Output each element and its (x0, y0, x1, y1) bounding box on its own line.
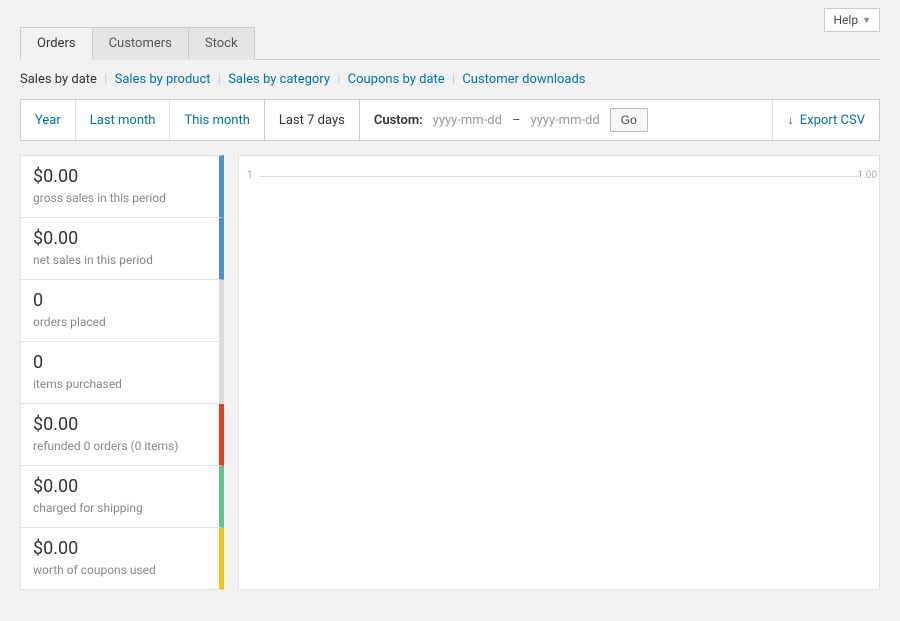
export-csv-button[interactable]: ↓ Export CSV (772, 100, 879, 140)
date-to-input[interactable]: yyyy-mm-dd (530, 113, 599, 128)
subnav-sales-by-product[interactable]: Sales by product (115, 72, 211, 87)
stat-value: 0 (33, 352, 207, 373)
stat-value: $0.00 (33, 414, 207, 435)
range-last-month[interactable]: Last month (76, 100, 171, 140)
custom-range-group: Custom: yyyy-mm-dd – yyyy-mm-dd Go (360, 100, 662, 140)
range-year[interactable]: Year (21, 100, 76, 140)
report-subnav: Sales by date | Sales by product | Sales… (20, 60, 880, 99)
report-content: $0.00 gross sales in this period $0.00 n… (20, 155, 880, 590)
separator: | (337, 72, 340, 87)
stat-value: $0.00 (33, 166, 207, 187)
subnav-sales-by-date[interactable]: Sales by date (20, 72, 97, 87)
help-button[interactable]: Help ▼ (824, 8, 880, 32)
y-tick-right: 1.00 (858, 170, 878, 181)
stat-items-purchased[interactable]: 0 items purchased (20, 342, 224, 404)
date-from-input[interactable]: yyyy-mm-dd (433, 113, 502, 128)
separator: | (452, 72, 455, 87)
go-button[interactable]: Go (610, 108, 648, 132)
spacer (662, 100, 773, 140)
chart-area: 1 1.00 (238, 155, 880, 590)
subnav-sales-by-category[interactable]: Sales by category (228, 72, 330, 87)
stat-refunded[interactable]: $0.00 refunded 0 orders (0 items) (20, 404, 224, 466)
stat-value: $0.00 (33, 538, 207, 559)
tab-orders[interactable]: Orders (20, 27, 93, 60)
date-range-bar: Year Last month This month Last 7 days C… (20, 99, 880, 141)
stat-desc: worth of coupons used (33, 563, 207, 577)
stat-orders-placed[interactable]: 0 orders placed (20, 280, 224, 342)
separator: | (218, 72, 221, 87)
stat-desc: refunded 0 orders (0 items) (33, 439, 207, 453)
custom-label: Custom: (374, 113, 423, 128)
range-this-month[interactable]: This month (170, 100, 264, 140)
chart-gridline: 1 1.00 (259, 176, 859, 177)
stat-desc: orders placed (33, 315, 207, 329)
stat-desc: charged for shipping (33, 501, 207, 515)
stat-value: 0 (33, 290, 207, 311)
dash: – (512, 113, 521, 128)
stat-desc: items purchased (33, 377, 207, 391)
range-last-7-days[interactable]: Last 7 days (265, 100, 360, 140)
help-label: Help (833, 13, 858, 27)
subnav-coupons-by-date[interactable]: Coupons by date (348, 72, 445, 87)
tab-stock[interactable]: Stock (188, 27, 255, 60)
stat-coupons[interactable]: $0.00 worth of coupons used (20, 528, 224, 590)
chevron-down-icon: ▼ (862, 15, 871, 26)
stat-gross-sales[interactable]: $0.00 gross sales in this period (20, 155, 224, 218)
download-icon: ↓ (787, 112, 794, 128)
y-tick-left: 1 (247, 170, 253, 181)
stat-desc: net sales in this period (33, 253, 207, 267)
stat-net-sales[interactable]: $0.00 net sales in this period (20, 218, 224, 280)
stat-shipping[interactable]: $0.00 charged for shipping (20, 466, 224, 528)
subnav-customer-downloads[interactable]: Customer downloads (462, 72, 585, 87)
stats-sidebar: $0.00 gross sales in this period $0.00 n… (20, 155, 224, 590)
primary-tabs: Orders Customers Stock (20, 26, 880, 60)
stat-value: $0.00 (33, 228, 207, 249)
separator: | (104, 72, 107, 87)
tab-customers[interactable]: Customers (92, 27, 189, 60)
stat-value: $0.00 (33, 476, 207, 497)
export-label: Export CSV (800, 113, 865, 128)
stat-desc: gross sales in this period (33, 191, 207, 205)
